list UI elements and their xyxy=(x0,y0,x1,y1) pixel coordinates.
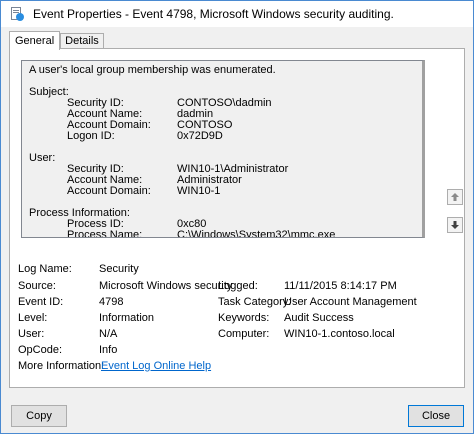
window-title: Event Properties - Event 4798, Microsoft… xyxy=(33,7,394,21)
arrow-down-icon xyxy=(451,221,459,229)
opcode-value: Info xyxy=(99,344,118,356)
event-description-box[interactable]: A user's local group membership was enum… xyxy=(21,60,425,238)
opcode-label: OpCode: xyxy=(18,344,63,356)
tab-strip: General Details xyxy=(9,31,104,50)
task-category-label: Task Category: xyxy=(218,296,292,308)
subject-heading: Subject: xyxy=(29,86,69,98)
source-value: Microsoft Windows security xyxy=(99,280,233,292)
user-account-domain-value: WIN10-1 xyxy=(177,185,221,197)
keywords-label: Keywords: xyxy=(218,312,270,324)
source-label: Source: xyxy=(18,280,56,292)
event-log-online-help-link[interactable]: Event Log Online Help xyxy=(101,360,211,372)
event-id-value: 4798 xyxy=(99,296,124,308)
keywords-value: Audit Success xyxy=(284,312,354,324)
user-label: User: xyxy=(18,328,45,340)
event-viewer-icon xyxy=(9,6,25,22)
log-name-label: Log Name: xyxy=(18,263,72,275)
close-button[interactable]: Close xyxy=(408,405,464,427)
event-id-label: Event ID: xyxy=(18,296,64,308)
user-heading: User: xyxy=(29,152,56,164)
general-tab-panel: A user's local group membership was enum… xyxy=(9,48,465,388)
logged-value: 11/11/2015 8:14:17 PM xyxy=(284,280,397,292)
previous-event-button[interactable] xyxy=(447,189,463,205)
title-bar: Event Properties - Event 4798, Microsoft… xyxy=(1,1,473,27)
subject-logon-id-value: 0x72D9D xyxy=(177,130,223,142)
level-value: Information xyxy=(99,312,155,324)
copy-button[interactable]: Copy xyxy=(11,405,67,427)
more-information-label: More Information: xyxy=(18,360,105,372)
process-name-label: Process Name: xyxy=(67,229,143,238)
computer-value: WIN10-1.contoso.local xyxy=(284,328,395,340)
task-category-value: User Account Management xyxy=(284,296,417,308)
user-value: N/A xyxy=(99,328,118,340)
next-event-button[interactable] xyxy=(447,217,463,233)
event-properties-window: Event Properties - Event 4798, Microsoft… xyxy=(0,0,474,434)
log-name-value: Security xyxy=(99,263,139,275)
computer-label: Computer: xyxy=(218,328,270,340)
logged-label: Logged: xyxy=(218,280,258,292)
level-label: Level: xyxy=(18,312,48,324)
arrow-up-icon xyxy=(451,193,459,201)
description-summary: A user's local group membership was enum… xyxy=(29,64,276,76)
user-account-domain-label: Account Domain: xyxy=(67,185,151,197)
subject-logon-id-label: Logon ID: xyxy=(67,130,115,142)
process-name-value: C:\Windows\System32\mmc.exe xyxy=(177,229,336,238)
tab-general[interactable]: General xyxy=(9,31,61,50)
